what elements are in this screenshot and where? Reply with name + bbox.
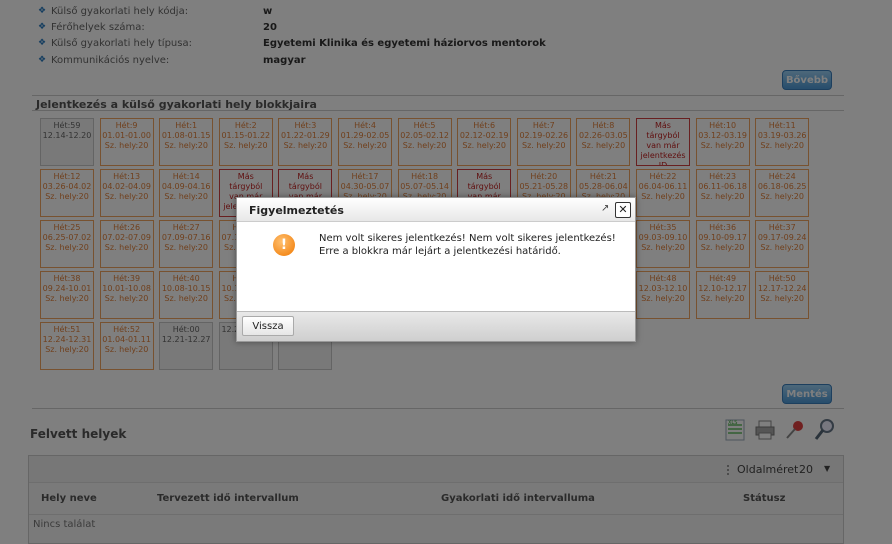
dialog-footer: Vissza [237,311,635,341]
dialog-message: Nem volt sikeres jelentkezés! Nem volt s… [319,232,625,258]
resize-icon[interactable]: ↗ [601,203,609,214]
page: ❖Külső gyakorlati hely kódja:w❖Férőhelye… [0,0,892,544]
back-button[interactable]: Vissza [242,316,294,336]
dialog-header: Figyelmeztetés ↗ ✕ [237,198,635,222]
dialog-message-line2: Erre a blokkra már lejárt a jelentkezési… [319,246,561,257]
dialog-message-line1: Nem volt sikeres jelentkezés! Nem volt s… [319,233,616,244]
dialog-title: Figyelmeztetés [249,204,344,217]
warning-dialog: Figyelmeztetés ↗ ✕ ! Nem volt sikeres je… [236,197,636,342]
close-icon[interactable]: ✕ [615,202,631,218]
warning-icon: ! [273,234,295,256]
